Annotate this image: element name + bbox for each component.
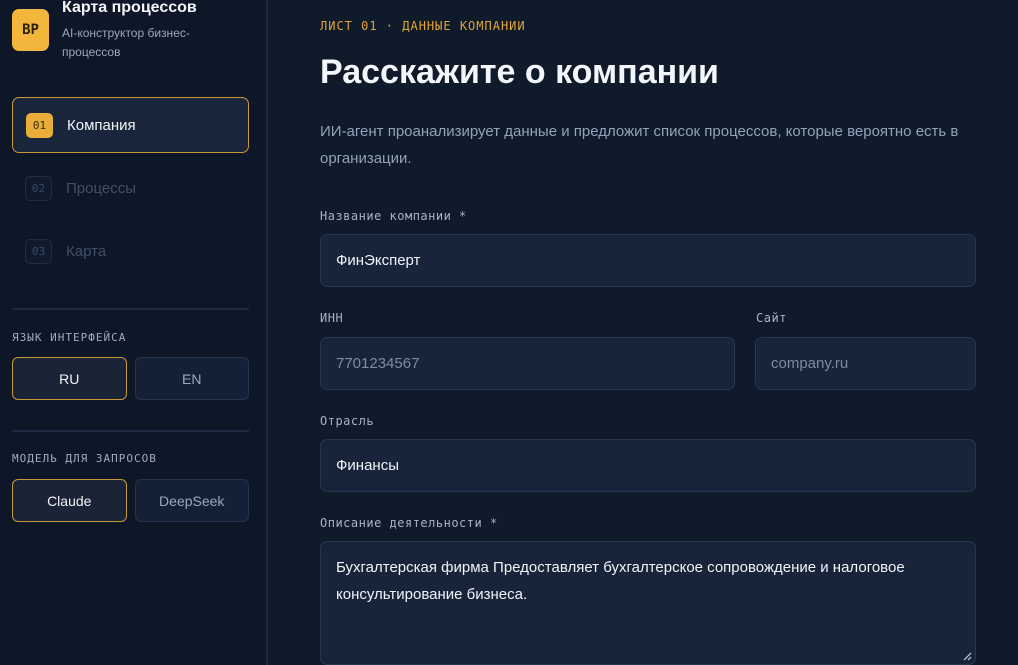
sidebar-divider [12,308,249,310]
language-ru-button[interactable]: RU [12,357,127,400]
step-label: Процессы [66,179,137,197]
description-label: Описание деятельности * [320,516,498,530]
sheet-eyebrow: ЛИСТ 01 · ДАННЫЕ КОМПАНИИ [320,19,526,33]
industry-input[interactable]: Финансы [320,439,976,492]
page-description: ИИ-агент проанализирует данные и предлож… [320,123,959,167]
app-subtitle: AI-конструктор бизнес-процессов [62,26,190,59]
model-switch: Claude DeepSeek [12,479,249,522]
page-title: Расскажите о компании [320,53,719,91]
app-window: BP Карта процессов AI-конструктор бизнес… [0,0,1018,665]
language-switch: RU EN [12,357,249,400]
resize-handle-icon[interactable] [962,651,972,661]
sidebar-divider [12,430,249,432]
description-text: Бухгалтерская фирма Предоставляет бухгал… [336,559,905,603]
step-label: Компания [67,116,136,134]
description-textarea[interactable]: Бухгалтерская фирма Предоставляет бухгал… [320,541,976,665]
step-company[interactable]: 01 Компания [12,97,249,153]
language-section-label: ЯЗЫК ИНТЕРФЕЙСА [12,331,127,344]
step-label: Карта [66,242,107,260]
company-name-input[interactable]: ФинЭксперт [320,234,976,287]
app-logo: BP [12,9,49,51]
model-section-label: МОДЕЛЬ ДЛЯ ЗАПРОСОВ [12,452,157,465]
step-number: 01 [26,112,53,138]
industry-label: Отрасль [320,414,375,428]
language-en-button[interactable]: EN [134,357,249,400]
main-content: ЛИСТ 01 · ДАННЫЕ КОМПАНИИ Расскажите о к… [320,0,976,665]
step-nav: 01 Компания 02 Процессы 03 Карта [12,97,249,286]
company-name-label: Название компании * [320,209,467,223]
step-number: 02 [25,175,52,201]
sidebar: BP Карта процессов AI-конструктор бизнес… [0,0,268,665]
site-input[interactable]: company.ru [755,337,976,390]
brand: BP Карта процессов AI-конструктор бизнес… [12,0,262,70]
model-claude-button[interactable]: Claude [12,479,127,522]
step-number: 03 [25,238,52,264]
inn-input[interactable]: 7701234567 [320,337,735,390]
step-map[interactable]: 03 Карта [12,223,249,279]
site-label: Сайт [756,311,787,325]
inn-label: ИНН [320,311,344,325]
app-title: Карта процессов [62,0,197,16]
step-processes[interactable]: 02 Процессы [12,160,249,216]
model-deepseek-button[interactable]: DeepSeek [134,479,249,522]
